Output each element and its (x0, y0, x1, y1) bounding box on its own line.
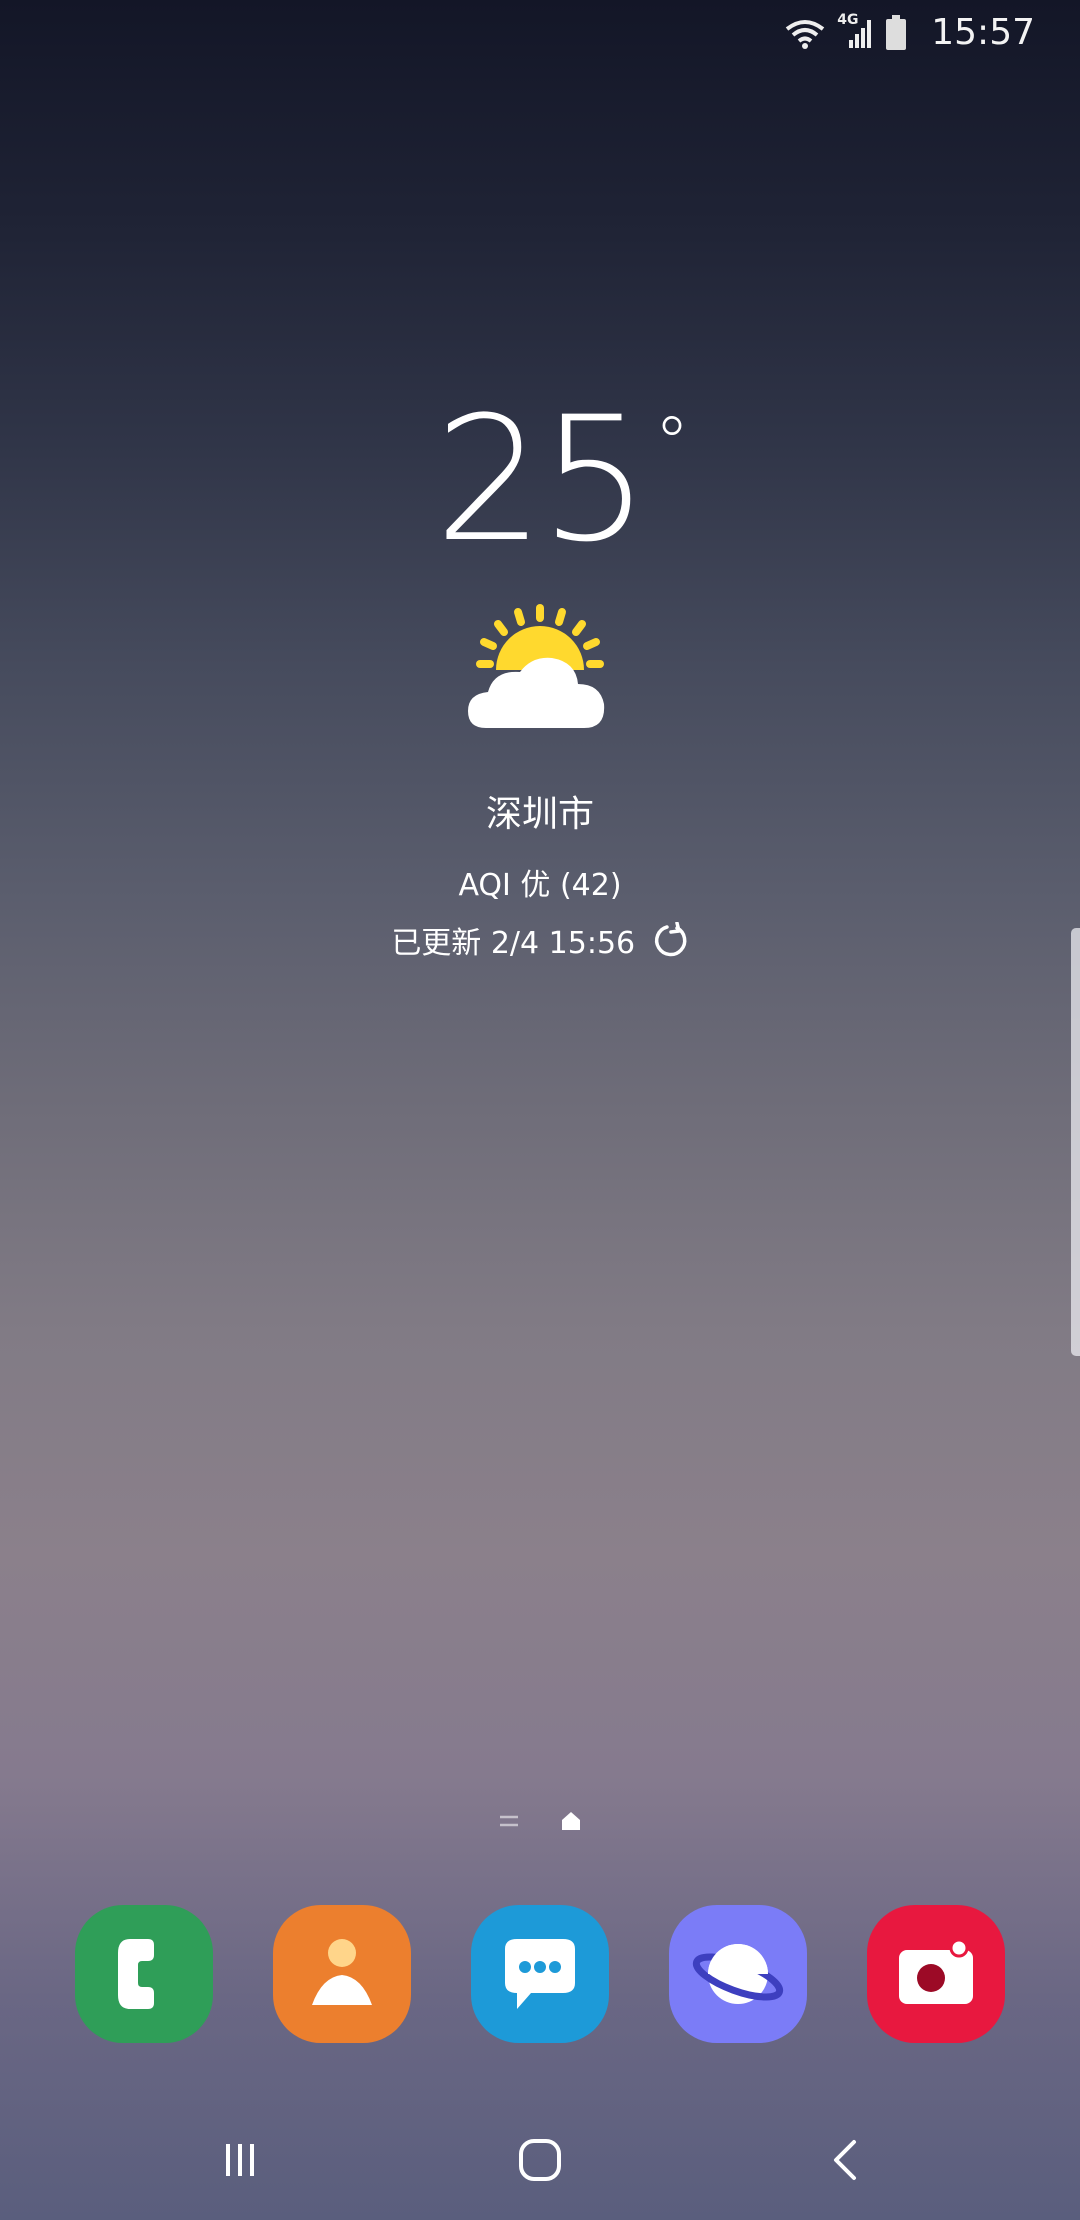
updated-text: 已更新 2/4 15:56 (391, 926, 636, 961)
cellular-signal-icon: 4G (837, 12, 873, 50)
internet-icon (692, 1944, 784, 2004)
app-dock (0, 1905, 1080, 2043)
messages-app[interactable] (471, 1905, 609, 2043)
aqi-text: AQI 优 (42) (458, 868, 622, 903)
status-time: 15:57 (931, 12, 1035, 53)
menu-page-icon[interactable] (498, 1814, 520, 1828)
edge-panel-handle[interactable] (1071, 928, 1080, 1356)
back-button[interactable] (805, 2130, 885, 2190)
partly-sunny-icon[interactable] (460, 600, 620, 740)
internet-app[interactable] (669, 1905, 807, 2043)
home-button[interactable] (500, 2130, 580, 2190)
battery-icon (886, 14, 907, 50)
messages-icon (505, 1939, 575, 2009)
navigation-bar (0, 2100, 1080, 2220)
home-page-icon[interactable] (560, 1810, 582, 1832)
temperature: 25 (434, 379, 650, 580)
phone-icon (118, 1939, 154, 2009)
contacts-app[interactable] (273, 1905, 411, 2043)
back-icon (834, 2140, 856, 2180)
recents-icon (226, 2144, 254, 2176)
camera-app[interactable] (867, 1905, 1005, 2043)
phone-app[interactable] (75, 1905, 213, 2043)
contacts-icon (312, 1939, 372, 2005)
camera-icon (899, 1938, 973, 2004)
refresh-icon[interactable] (653, 922, 689, 958)
wifi-icon (786, 19, 825, 49)
city-name: 深圳市 (485, 794, 594, 835)
status-bar: 4G 15:57 (0, 0, 1080, 70)
recents-button[interactable] (200, 2130, 280, 2190)
weather-widget[interactable]: 25 ° (0, 390, 1080, 570)
page-indicator[interactable] (0, 1810, 1080, 1832)
updated-row[interactable]: 已更新 2/4 15:56 (0, 918, 1080, 962)
degree-symbol: ° (654, 402, 690, 484)
home-icon (519, 2139, 561, 2181)
